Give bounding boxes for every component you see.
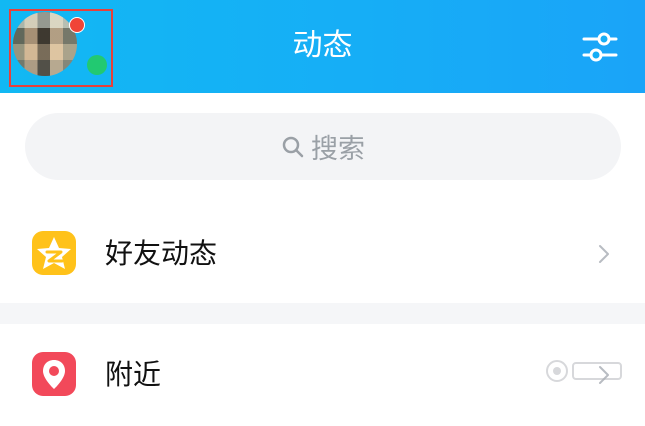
qzone-star-icon bbox=[32, 231, 76, 275]
list-item-label: 好友动态 bbox=[105, 237, 218, 270]
page-title: 动态 bbox=[292, 28, 353, 63]
list-item-label: 附近 bbox=[105, 358, 162, 391]
section-divider bbox=[0, 303, 645, 324]
chevron-right-icon bbox=[599, 245, 609, 263]
search-icon bbox=[282, 136, 304, 157]
sliders-icon[interactable] bbox=[582, 30, 618, 64]
search-placeholder: 搜索 bbox=[311, 134, 365, 165]
watermark-logo bbox=[546, 360, 622, 382]
location-pin-icon bbox=[32, 352, 76, 396]
search-bar[interactable]: 搜索 bbox=[25, 113, 621, 180]
list-item-friend-feed[interactable]: 好友动态 bbox=[0, 204, 645, 306]
top-header-bar: 动态 bbox=[0, 0, 645, 93]
